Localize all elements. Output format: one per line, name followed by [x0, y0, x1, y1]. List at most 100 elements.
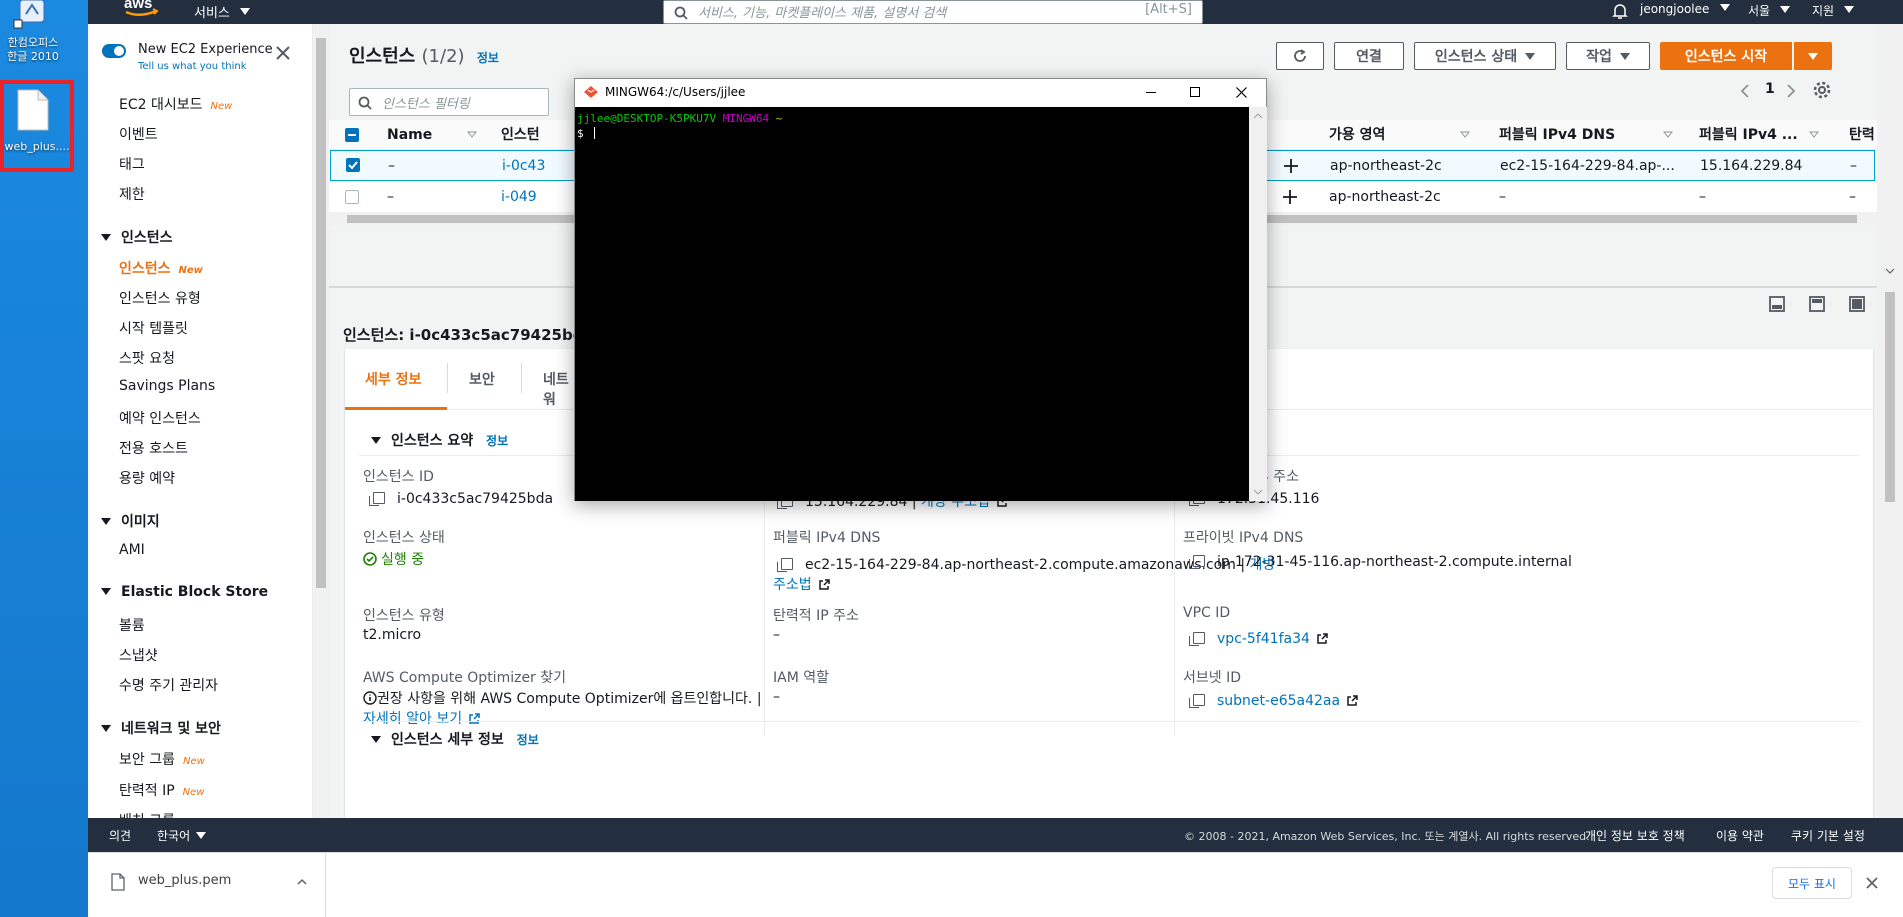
nav-instance-types[interactable]: 인스턴스 유형: [119, 288, 201, 308]
minimize-icon[interactable]: [1146, 92, 1156, 94]
instance-filter-input[interactable]: 인스턴스 필터링: [349, 88, 549, 116]
add-tag-icon[interactable]: [1283, 190, 1297, 204]
sort-icon[interactable]: [1460, 131, 1470, 139]
cell-instance-id[interactable]: i-049: [501, 182, 537, 212]
section-instances[interactable]: 인스턴스: [101, 227, 173, 247]
bell-icon[interactable]: [1612, 3, 1628, 20]
pem-file-icon[interactable]: [16, 88, 50, 132]
nav-elastic-ips[interactable]: 탄력적 IP New: [119, 780, 204, 800]
nav-limits[interactable]: 제한: [119, 184, 145, 204]
scroll-down-icon[interactable]: [1885, 268, 1895, 274]
vpc-link[interactable]: vpc-5f41fa34: [1217, 631, 1310, 647]
split-bottom-icon[interactable]: [1769, 296, 1785, 312]
scroll-down-icon[interactable]: [1253, 489, 1263, 495]
sort-icon[interactable]: [467, 131, 477, 139]
feedback-link[interactable]: 의견: [109, 827, 131, 844]
previous-page-icon[interactable]: [1739, 83, 1751, 99]
chevron-up-icon[interactable]: [297, 878, 307, 886]
info-link[interactable]: 정보: [517, 733, 539, 747]
terminal-scrollbar[interactable]: [1249, 107, 1267, 501]
nav-events[interactable]: 이벤트: [119, 124, 158, 144]
terminal-window[interactable]: MINGW64:/c/Users/jjlee jjlee@DESKTOP-K5P…: [574, 78, 1267, 501]
main-scrollbar[interactable]: [1877, 24, 1903, 818]
nav-snapshots[interactable]: 스냅샷: [119, 645, 158, 665]
nav-placement-groups[interactable]: 배치 그룹: [119, 810, 175, 818]
copy-icon[interactable]: [1189, 555, 1205, 569]
new-experience-toggle[interactable]: [102, 44, 126, 58]
instance-state-button[interactable]: 인스턴스 상태: [1414, 42, 1556, 70]
refresh-button[interactable]: [1276, 42, 1324, 70]
section-network-security[interactable]: 네트워크 및 보안: [101, 718, 221, 738]
nav-capacity-reservations[interactable]: 용량 예약: [119, 468, 175, 488]
split-full-icon[interactable]: [1849, 296, 1865, 312]
row-checkbox[interactable]: [345, 190, 359, 204]
settings-gear-icon[interactable]: [1812, 80, 1832, 100]
summary-header[interactable]: 인스턴스 요약 정보: [371, 430, 508, 450]
nav-lifecycle-manager[interactable]: 수명 주기 관리자: [119, 675, 218, 695]
terminal-output[interactable]: jjlee@DESKTOP-K5PKU7V MINGW64 ~ $: [575, 107, 1249, 501]
nav-launch-templates[interactable]: 시작 템플릿: [119, 318, 188, 338]
maximize-icon[interactable]: [1190, 87, 1200, 97]
cookie-settings-link[interactable]: 쿠키 기본 설정: [1791, 827, 1865, 844]
info-link[interactable]: 정보: [477, 51, 499, 65]
connect-button[interactable]: 연결: [1334, 42, 1404, 70]
tab-networking[interactable]: 네트워: [521, 349, 581, 410]
column-availability-zone[interactable]: 가용 영역: [1329, 120, 1385, 150]
tab-security[interactable]: 보안: [447, 349, 521, 410]
tab-details[interactable]: 세부 정보: [345, 349, 447, 410]
copy-icon[interactable]: [369, 492, 385, 506]
nav-dedicated-hosts[interactable]: 전용 호스트: [119, 438, 188, 458]
scroll-up-icon[interactable]: [1253, 113, 1263, 119]
subnet-link[interactable]: subnet-e65a42aa: [1217, 693, 1340, 709]
column-elastic-ip[interactable]: 탄력: [1849, 120, 1875, 150]
nav-savings-plans[interactable]: Savings Plans: [119, 378, 215, 394]
add-tag-icon[interactable]: [1284, 159, 1298, 173]
services-menu[interactable]: 서비스: [194, 2, 251, 21]
feedback-link[interactable]: Tell us what you think: [138, 61, 247, 72]
learn-more-link[interactable]: 자세히 알아 보기: [363, 711, 480, 727]
actions-button[interactable]: 작업: [1566, 42, 1650, 70]
sort-icon[interactable]: [1663, 131, 1673, 139]
launch-instance-dropdown[interactable]: [1794, 42, 1832, 70]
hancom-office-icon[interactable]: [10, 0, 54, 34]
copy-icon[interactable]: [1189, 694, 1205, 708]
nav-ec2-dashboard[interactable]: EC2 대시보드 New: [119, 94, 232, 114]
split-side-icon[interactable]: [1809, 296, 1825, 312]
support-menu[interactable]: 지원: [1812, 2, 1855, 19]
region-menu[interactable]: 서울: [1748, 2, 1791, 19]
nav-volumes[interactable]: 볼륨: [119, 615, 145, 635]
copy-icon[interactable]: [777, 558, 793, 572]
close-icon[interactable]: [1866, 877, 1878, 889]
global-search-input[interactable]: 서비스, 기능, 마켓플레이스 제품, 설명서 검색 [Alt+S]: [663, 0, 1203, 24]
nav-security-groups[interactable]: 보안 그룹 New: [119, 749, 205, 769]
column-instance-id[interactable]: 인스턴: [501, 120, 540, 150]
nav-reserved-instances[interactable]: 예약 인스턴스: [119, 408, 201, 428]
download-item[interactable]: web_plus.pem: [88, 853, 326, 917]
next-page-icon[interactable]: [1785, 83, 1797, 99]
terminal-titlebar[interactable]: MINGW64:/c/Users/jjlee: [575, 79, 1266, 107]
row-checkbox[interactable]: [346, 158, 360, 172]
terms-link[interactable]: 이용 약관: [1716, 827, 1764, 844]
nav-tags[interactable]: 태그: [119, 154, 145, 174]
info-link[interactable]: 정보: [486, 434, 508, 448]
section-ebs[interactable]: Elastic Block Store: [101, 584, 268, 600]
sort-icon[interactable]: [1809, 131, 1819, 139]
column-public-ip[interactable]: 퍼블릭 IPv4 ...: [1699, 120, 1798, 150]
instance-details-header[interactable]: 인스턴스 세부 정보 정보: [371, 729, 539, 749]
close-icon[interactable]: [276, 46, 290, 60]
close-icon[interactable]: [1236, 87, 1247, 98]
language-selector[interactable]: 한국어: [157, 827, 207, 844]
page-number[interactable]: 1: [1765, 81, 1775, 97]
show-all-button[interactable]: 모두 표시: [1772, 867, 1852, 899]
privacy-link[interactable]: 개인 정보 보호 정책: [1585, 827, 1685, 844]
section-images[interactable]: 이미지: [101, 511, 160, 531]
launch-instance-button[interactable]: 인스턴스 시작: [1660, 42, 1792, 70]
column-public-dns[interactable]: 퍼블릭 IPv4 DNS: [1499, 120, 1615, 150]
nav-spot-requests[interactable]: 스팟 요청: [119, 348, 175, 368]
select-all-checkbox[interactable]: [345, 128, 359, 142]
nav-ami[interactable]: AMI: [119, 542, 145, 558]
cell-instance-id[interactable]: i-0c43: [502, 151, 545, 181]
sidebar-scrollbar[interactable]: [313, 24, 329, 818]
aws-logo[interactable]: aws: [124, 0, 160, 18]
nav-instances[interactable]: 인스턴스 New: [119, 258, 203, 278]
